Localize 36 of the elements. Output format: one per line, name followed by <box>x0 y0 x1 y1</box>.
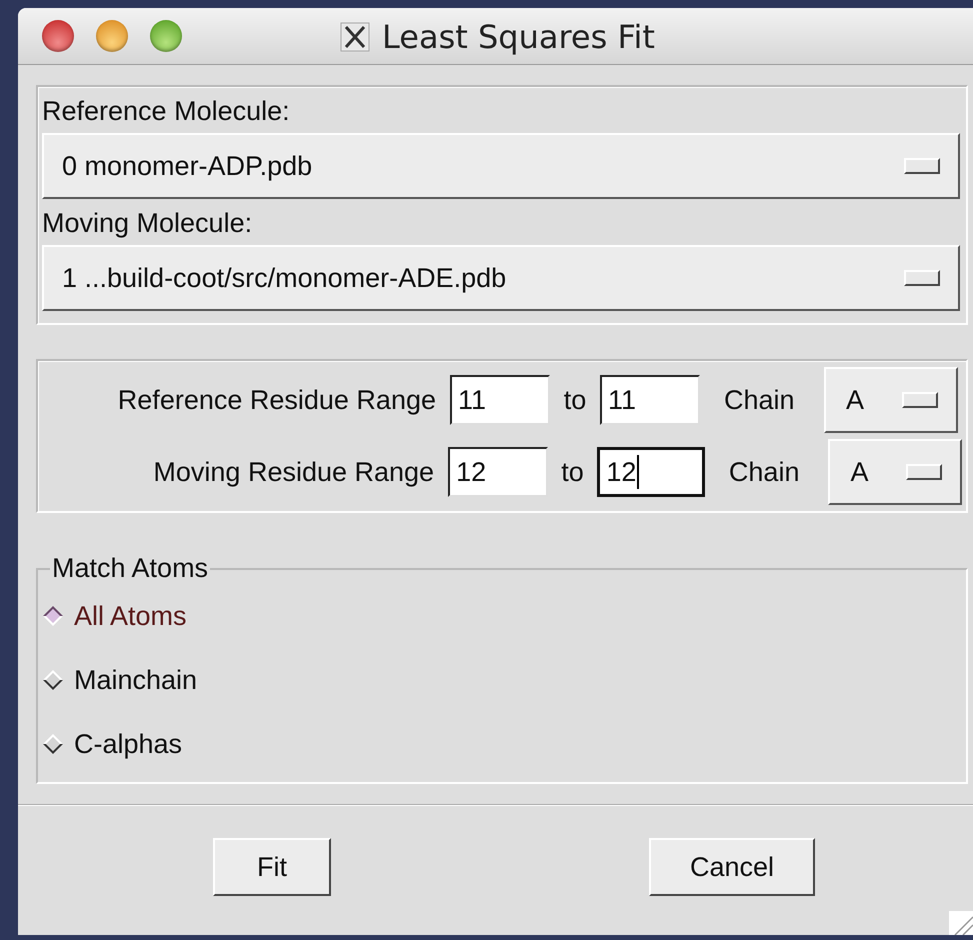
molecule-dropdown[interactable]: 1 ...build-coot/src/monomer-ADE.pdb <box>42 245 960 311</box>
input-field[interactable]: 12 <box>448 447 548 497</box>
radio-button[interactable] <box>42 669 64 691</box>
field-label: Moving Molecule: <box>42 207 254 240</box>
chain-label: Chain <box>728 456 800 488</box>
dropdown-indicator-icon <box>906 464 942 480</box>
minimize-button[interactable] <box>96 20 128 52</box>
to-label: to <box>560 456 585 488</box>
dropdown-indicator-icon <box>904 270 940 286</box>
radio-button[interactable] <box>42 605 64 627</box>
chain-label: Chain <box>724 384 796 416</box>
range-label: Moving Residue Range <box>152 456 436 488</box>
window-title: Least Squares Fit <box>382 18 655 56</box>
range-label: Reference Residue Range <box>116 384 437 416</box>
x-window-icon <box>340 22 370 52</box>
zoom-button[interactable] <box>150 20 182 52</box>
radio-label[interactable]: Mainchain <box>74 664 198 696</box>
radio-label[interactable]: C-alphas <box>74 728 182 760</box>
dropdown-indicator-icon <box>902 392 938 408</box>
dialog-button[interactable]: Fit <box>213 838 331 896</box>
radio-button[interactable] <box>42 733 64 755</box>
resize-grip-icon <box>949 911 973 935</box>
close-button[interactable] <box>42 20 74 52</box>
to-label: to <box>562 384 588 416</box>
input-field[interactable]: 11 <box>450 375 550 425</box>
text-cursor <box>637 455 640 489</box>
chain-dropdown[interactable]: A <box>824 367 958 433</box>
input-field[interactable]: 12 <box>597 447 705 497</box>
chain-dropdown[interactable]: A <box>828 439 962 505</box>
molecule-dropdown[interactable]: 0 monomer-ADP.pdb <box>42 133 960 199</box>
radio-label[interactable]: All Atoms <box>74 600 187 632</box>
group-title: Match Atoms <box>51 553 210 584</box>
dropdown-indicator-icon <box>904 158 940 174</box>
input-field[interactable]: 11 <box>600 375 700 425</box>
dialog-button[interactable]: Cancel <box>649 838 815 896</box>
field-label: Reference Molecule: <box>42 95 291 128</box>
